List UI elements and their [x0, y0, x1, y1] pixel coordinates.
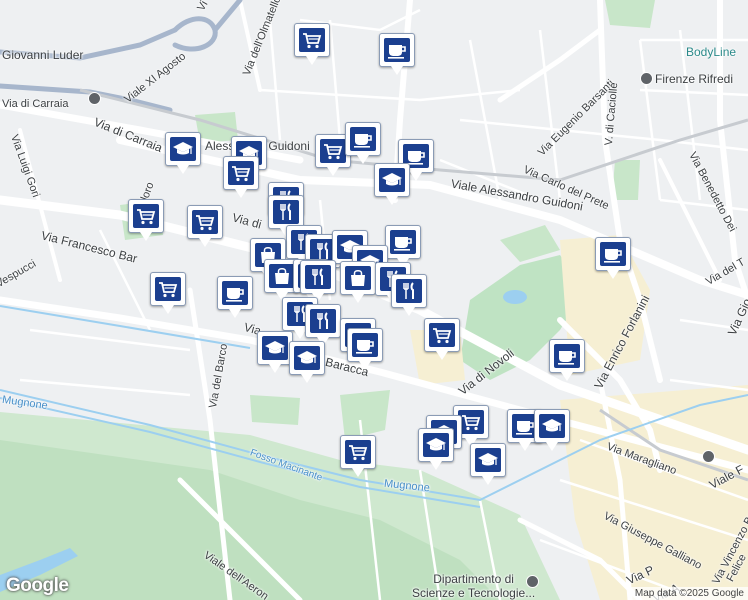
marker-pin — [305, 304, 341, 346]
shopping-cart-icon — [133, 204, 159, 228]
cafe-marker[interactable] — [345, 122, 381, 166]
grocery-marker[interactable] — [223, 156, 259, 200]
google-logo: Google — [6, 575, 69, 596]
shopping-cart-icon — [228, 161, 254, 185]
shopping-cart-icon — [299, 28, 325, 52]
coffee-cup-icon — [384, 38, 410, 62]
shopping-cart-icon — [155, 277, 181, 301]
cafe-marker[interactable] — [347, 328, 383, 372]
cafe-marker[interactable] — [379, 33, 415, 77]
graduation-cap-icon — [294, 346, 320, 370]
graduation-cap-icon — [262, 336, 288, 360]
coffee-cup-icon — [390, 230, 416, 254]
graduation-cap-icon — [170, 137, 196, 161]
marker-pin — [549, 339, 585, 381]
coffee-cup-icon — [600, 242, 626, 266]
grocery-marker[interactable] — [424, 318, 460, 362]
marker-pin — [150, 272, 186, 314]
marker-pin — [223, 156, 259, 198]
restaurant-marker[interactable] — [391, 274, 427, 318]
shopping-cart-icon — [345, 440, 371, 464]
grocery-marker[interactable] — [128, 199, 164, 243]
school-marker[interactable] — [418, 428, 454, 472]
marker-pin — [289, 341, 325, 383]
shopping-cart-icon — [429, 323, 455, 347]
shopping-marker[interactable] — [340, 261, 376, 305]
marker-pin — [534, 409, 570, 451]
marker-pin — [374, 163, 410, 205]
cafe-marker[interactable] — [549, 339, 585, 383]
marker-pin — [128, 199, 164, 241]
graduation-cap-icon — [379, 168, 405, 192]
station-icon — [526, 575, 539, 588]
school-marker[interactable] — [257, 331, 293, 375]
fork-knife-icon — [273, 200, 299, 224]
grocery-marker[interactable] — [340, 435, 376, 479]
station-icon — [702, 450, 715, 463]
grocery-marker[interactable] — [150, 272, 186, 316]
marker-pin — [595, 237, 631, 279]
fork-knife-icon — [305, 265, 331, 289]
shopping-cart-icon — [192, 210, 218, 234]
station-icon — [88, 92, 101, 105]
marker-pin — [340, 261, 376, 303]
shopping-bag-icon — [345, 266, 371, 290]
fork-knife-icon — [396, 279, 422, 303]
cafe-marker[interactable] — [217, 276, 253, 320]
marker-pin — [345, 122, 381, 164]
cafe-marker[interactable] — [595, 237, 631, 281]
marker-pin — [257, 331, 293, 373]
school-marker[interactable] — [374, 163, 410, 207]
marker-pin — [424, 318, 460, 360]
coffee-cup-icon — [222, 281, 248, 305]
coffee-cup-icon — [352, 333, 378, 357]
grocery-marker[interactable] — [187, 205, 223, 249]
graduation-cap-icon — [539, 414, 565, 438]
school-marker[interactable] — [470, 443, 506, 487]
marker-pin — [340, 435, 376, 477]
marker-pin — [470, 443, 506, 485]
marker-pin — [379, 33, 415, 75]
map-attribution[interactable]: Map data ©2025 Google — [630, 587, 748, 600]
marker-pin — [294, 23, 330, 65]
marker-pin — [268, 195, 304, 237]
marker-pin — [300, 260, 336, 302]
marker-pin — [187, 205, 223, 247]
coffee-cup-icon — [350, 127, 376, 151]
coffee-cup-icon — [554, 344, 580, 368]
station-icon — [640, 72, 653, 85]
marker-pin — [418, 428, 454, 470]
school-marker[interactable] — [289, 341, 325, 385]
shopping-cart-icon — [320, 139, 346, 163]
school-marker[interactable] — [165, 132, 201, 176]
marker-pin — [217, 276, 253, 318]
shopping-bag-icon — [269, 264, 295, 288]
marker-pin — [391, 274, 427, 316]
grocery-marker[interactable] — [294, 23, 330, 67]
graduation-cap-icon — [423, 433, 449, 457]
marker-pin — [385, 225, 421, 267]
school-marker[interactable] — [534, 409, 570, 453]
fork-knife-icon — [310, 309, 336, 333]
graduation-cap-icon — [475, 448, 501, 472]
marker-pin — [347, 328, 383, 370]
map-canvas[interactable]: Viale XI Agosto Giovanni Luder Via dell'… — [0, 0, 748, 600]
marker-pin — [165, 132, 201, 174]
